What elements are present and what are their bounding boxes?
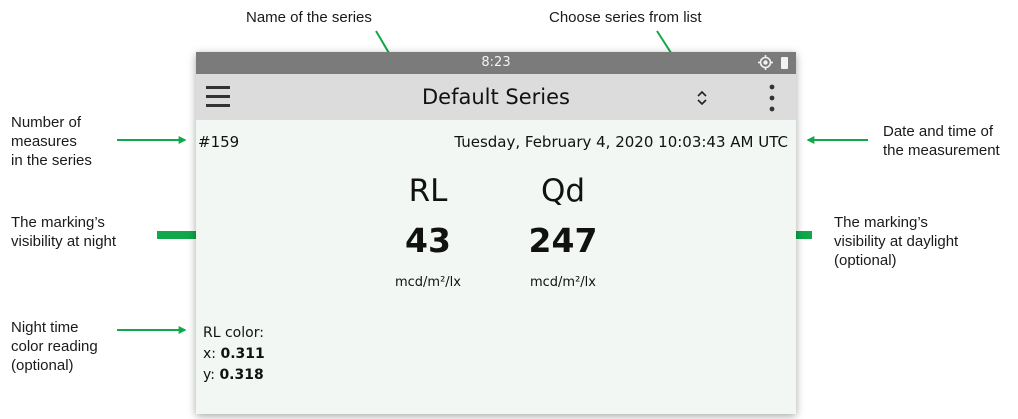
qd-label: Qd — [540, 173, 586, 209]
rl-color-y-value: 0.318 — [219, 367, 264, 383]
rl-metric: RL 43 mcd/m²/lx — [358, 173, 498, 291]
rl-unit: mcd/m²/lx — [394, 275, 461, 290]
annotated-screenshot: Name of the series Choose series from li… — [0, 0, 1018, 419]
callout-series-name: Name of the series — [246, 9, 372, 26]
vertical-dots-menu-icon[interactable] — [764, 83, 780, 113]
location-icon — [758, 55, 773, 70]
callout-night-color: Night time color reading (optional) — [11, 319, 98, 374]
rl-color-reading: RL color: x: 0.311 y: 0.318 — [203, 323, 265, 386]
qd-metric: Qd 247 mcd/m²/lx — [493, 173, 633, 291]
qd-unit: mcd/m²/lx — [529, 275, 596, 290]
device-screen: 8:23 Default Series #159 Tuesday, Februa… — [196, 52, 796, 414]
callout-datetime: Date and time of the measurement — [883, 123, 1000, 159]
rl-color-title: RL color: — [203, 325, 264, 341]
callout-qd-day: The marking’s visibility at daylight (op… — [834, 214, 959, 269]
callout-choose-series: Choose series from list — [549, 9, 702, 26]
qd-value: 247 — [528, 221, 598, 260]
measurement-content: #159 Tuesday, February 4, 2020 10:03:43 … — [196, 120, 796, 414]
callout-measure-count: Number of measures in the series — [11, 114, 92, 169]
rl-label: RL — [408, 173, 448, 209]
status-time: 8:23 — [481, 55, 511, 70]
measure-count: #159 — [198, 133, 240, 151]
rl-color-x: x: 0.311 — [203, 346, 265, 362]
rl-color-y: y: 0.318 — [203, 367, 264, 383]
status-bar: 8:23 — [196, 52, 796, 74]
measurement-datetime: Tuesday, February 4, 2020 10:03:43 AM UT… — [454, 133, 788, 151]
callout-rl-night: The marking’s visibility at night — [11, 214, 117, 250]
battery-icon — [781, 56, 788, 69]
status-icons — [758, 55, 788, 70]
up-down-chevron-icon[interactable] — [693, 87, 711, 109]
toolbar: Default Series — [196, 74, 796, 120]
rl-color-x-value: 0.311 — [220, 346, 265, 362]
rl-value: 43 — [405, 221, 451, 260]
